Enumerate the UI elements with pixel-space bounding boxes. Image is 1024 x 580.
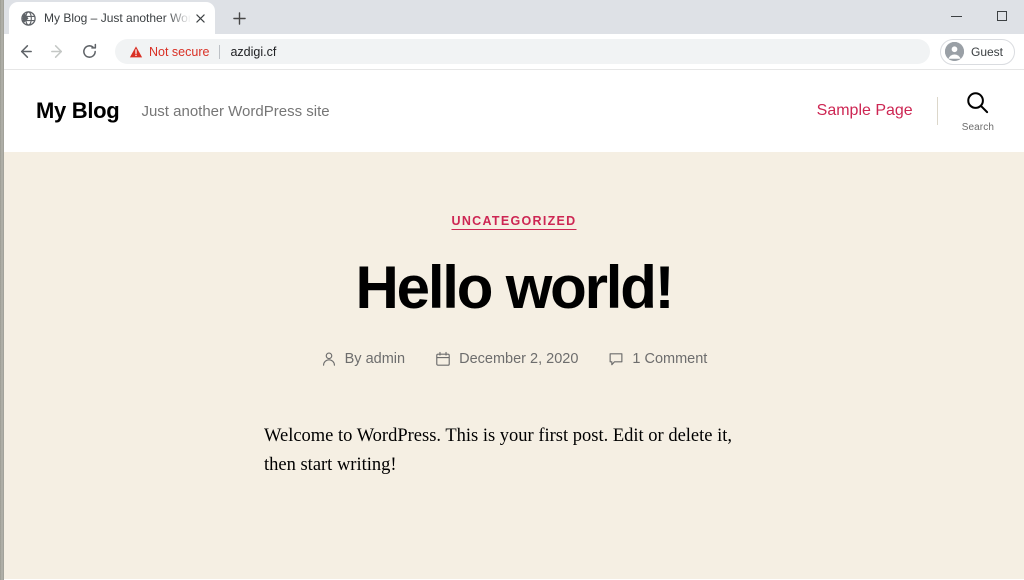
address-bar[interactable]: Not secure azdigi.cf [115, 39, 930, 64]
browser-tab-strip: My Blog – Just another WordPress site [4, 0, 1024, 34]
plus-icon [232, 11, 246, 25]
post-title: Hello world! [355, 254, 675, 321]
post-date: December 2, 2020 [435, 351, 578, 367]
calendar-icon [435, 351, 451, 367]
close-icon[interactable] [191, 9, 209, 27]
post-comments-label: 1 Comment [632, 351, 708, 367]
post-date-label: December 2, 2020 [459, 351, 579, 367]
browser-tab[interactable]: My Blog – Just another WordPress site [9, 2, 215, 34]
person-avatar-icon [944, 42, 964, 61]
arrow-right-icon [50, 45, 62, 58]
post-author-label: By admin [344, 351, 406, 367]
security-status-label: Not secure [149, 44, 210, 59]
header-divider [936, 97, 938, 125]
globe-icon [20, 10, 36, 26]
person-icon [321, 351, 337, 367]
magnifier-icon [965, 90, 990, 120]
minimize-button[interactable] [934, 0, 979, 32]
post-author: By admin [321, 351, 405, 367]
post-comments[interactable]: 1 Comment [608, 351, 707, 367]
page-viewport: My Blog Just another WordPress site Samp… [4, 70, 1024, 579]
search-toggle-button[interactable]: Search [962, 90, 994, 133]
omnibox-divider [219, 44, 221, 59]
profile-label: Guest [970, 44, 1003, 59]
site-tagline: Just another WordPress site [141, 102, 330, 120]
reload-button[interactable] [75, 38, 103, 66]
comment-icon [608, 351, 624, 367]
maximize-icon [996, 11, 1007, 21]
browser-window: My Blog – Just another WordPress site [4, 0, 1024, 580]
post-article: UNCATEGORIZED Hello world! By admin Dece… [4, 152, 1024, 479]
forward-button[interactable] [43, 38, 71, 66]
site-header: My Blog Just another WordPress site Samp… [4, 70, 1024, 152]
profile-button[interactable]: Guest [939, 38, 1015, 65]
post-category-link[interactable]: UNCATEGORIZED [452, 214, 577, 228]
minimize-icon [951, 15, 962, 17]
site-header-right: Sample Page Search [817, 90, 994, 133]
new-tab-button[interactable] [225, 4, 253, 32]
site-title[interactable]: My Blog [36, 98, 120, 124]
search-toggle-label: Search [961, 121, 994, 133]
warning-triangle-icon [129, 45, 143, 59]
post-meta: By admin December 2, 2020 1 Comment [4, 351, 1024, 367]
maximize-button[interactable] [979, 0, 1024, 32]
back-button[interactable] [11, 38, 39, 66]
arrow-left-icon [20, 45, 32, 58]
post-body-text: Welcome to WordPress. This is your first… [264, 426, 733, 475]
reload-icon [82, 43, 96, 58]
window-controls [934, 0, 1024, 32]
browser-tab-title: My Blog – Just another WordPress site [44, 11, 191, 25]
nav-link-sample-page[interactable]: Sample Page [817, 102, 913, 120]
browser-toolbar: Not secure azdigi.cf Guest [4, 34, 1024, 70]
url-text: azdigi.cf [230, 44, 277, 59]
